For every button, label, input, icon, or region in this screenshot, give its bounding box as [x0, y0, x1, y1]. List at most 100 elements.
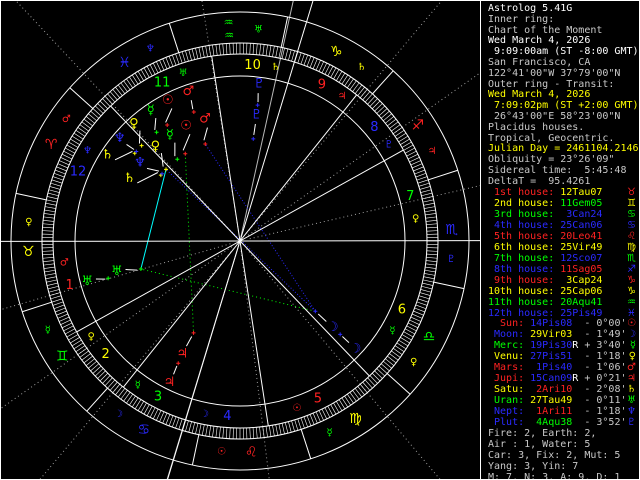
degree-tick [318, 410, 324, 421]
degree-tick [409, 157, 420, 163]
degree-tick [181, 51, 186, 63]
house-ruler-glyph-1: ♂ [60, 257, 69, 268]
degree-tick [99, 100, 108, 109]
sign-glyph-sagittarius: ♐ [412, 118, 425, 134]
sign-boundary [300, 429, 312, 459]
natal-planet-glyph-venus: ♀ [151, 139, 161, 154]
natal-planet-glyph-mars: ♂ [199, 111, 211, 126]
degree-tick [107, 379, 116, 389]
degree-tick [412, 163, 423, 169]
degree-tick [352, 390, 360, 400]
sign-boundary [86, 387, 108, 412]
summary-line: Yang: 3, Yin: 7 [488, 461, 579, 472]
planet-icon: ☽ [627, 329, 636, 340]
degree-tick [354, 388, 363, 398]
degree-tick [120, 390, 128, 400]
degree-tick [385, 358, 395, 366]
info-line: 122°41'00"W 37°79'00"N [488, 67, 621, 79]
transit-axis-ray [166, 244, 240, 479]
degree-tick [359, 89, 368, 98]
degree-tick [219, 44, 221, 56]
chart-wheel[interactable]: ♈♂♉♀♊☿♋☽♌☉♍☿♎♀♏♇♐♃♑♄♒♒ ♅♓♆1♂2♀3☿4☽5☉6☿7♀8… [1, 1, 480, 480]
degree-tick [362, 381, 371, 391]
degree-tick [104, 377, 113, 387]
degree-tick [43, 216, 55, 219]
degree-tick [92, 108, 102, 117]
sign-glyph-scorpio: ♏ [445, 222, 458, 238]
degree-tick [198, 47, 202, 59]
sign-ruler-glyph-scorpio: ♇ [447, 254, 456, 265]
degree-tick [357, 386, 365, 396]
info-line: San Francisco, CA [488, 57, 591, 68]
degree-tick [44, 209, 56, 213]
house-ruler-glyph-2: ♀ [87, 331, 94, 342]
planet-icon: ♃ [627, 373, 636, 384]
sign-ruler-glyph-pisces: ♆ [146, 43, 155, 54]
degree-tick [389, 353, 399, 361]
house-number-2: 2 [102, 347, 110, 362]
natal-planet-glyph-moon: ☽ [327, 320, 339, 335]
degree-tick [50, 295, 62, 300]
position-dot-pluto [251, 136, 256, 141]
house-cusp-2 [76, 240, 241, 333]
house-row: 8th house: 11Sag05 ♐ [488, 264, 636, 275]
degree-tick [284, 422, 289, 434]
degree-tick [49, 186, 61, 190]
degree-tick [318, 61, 324, 72]
degree-tick [255, 43, 258, 55]
degree-tick [374, 103, 383, 112]
degree-tick [425, 266, 437, 269]
degree-tick [85, 116, 95, 124]
degree-tick [43, 213, 55, 216]
degree-tick [120, 82, 128, 92]
transit-planet-glyph-saturn: ♄ [102, 147, 114, 162]
degree-tick [354, 84, 363, 94]
degree-tick [90, 110, 100, 119]
degree-tick [410, 316, 422, 322]
degree-tick [42, 256, 54, 259]
zodiac-sign-icon: ♒ [627, 297, 636, 308]
info-line: Placidus houses. [488, 121, 585, 133]
degree-tick [188, 49, 192, 61]
degree-tick [414, 169, 425, 175]
zodiac-sign-icon: ♉ [627, 187, 636, 198]
degree-tick [168, 56, 174, 67]
aspect-line-sun-jupiter [184, 153, 195, 333]
degree-tick [380, 110, 390, 119]
info-line: Tropical, Geocentric. [488, 132, 615, 144]
degree-tick [284, 48, 289, 60]
leader-line [126, 144, 135, 150]
degree-tick [53, 304, 65, 310]
house-row: 11th house: 20Aqu41 ♒ [488, 297, 636, 308]
position-dot-moon [338, 332, 343, 337]
degree-tick [423, 202, 435, 206]
degree-tick [312, 58, 318, 69]
degree-tick [47, 196, 58, 200]
degree-tick [364, 379, 373, 389]
sign-glyph-taurus: ♉ [22, 244, 35, 260]
transit-cusp-ray [1, 243, 231, 311]
degree-tick [387, 118, 397, 127]
house-ruler-glyph-4: ☽ [200, 409, 209, 420]
degree-tick [416, 176, 428, 181]
degree-tick [219, 426, 221, 438]
degree-tick [107, 93, 116, 103]
transit-planet-glyph-mercury: ☿ [147, 103, 155, 118]
degree-tick [94, 368, 104, 377]
degree-tick [424, 273, 436, 276]
degree-tick [275, 424, 279, 436]
degree-tick [416, 301, 428, 306]
info-line: Wed March 4, 2026 [488, 35, 591, 47]
transit-planet-glyph-venus: ♀ [129, 116, 139, 131]
summary-line: Car: 3, Fix: 2, Mut: 5 [488, 450, 621, 461]
house-row: 10th house: 25Cap06 ♑ [488, 286, 636, 297]
degree-tick [419, 186, 431, 190]
sign-glyph-gemini: ♊ [56, 348, 69, 364]
zodiac-sign-icon: ♏ [627, 253, 636, 264]
degree-tick [300, 417, 305, 429]
house-number-10: 10 [244, 58, 261, 73]
zodiac-sign-icon: ♑ [627, 275, 636, 286]
transit-planet-glyph-neptune: ♆ [114, 131, 126, 146]
degree-tick [374, 370, 383, 379]
degree-tick [419, 292, 431, 296]
